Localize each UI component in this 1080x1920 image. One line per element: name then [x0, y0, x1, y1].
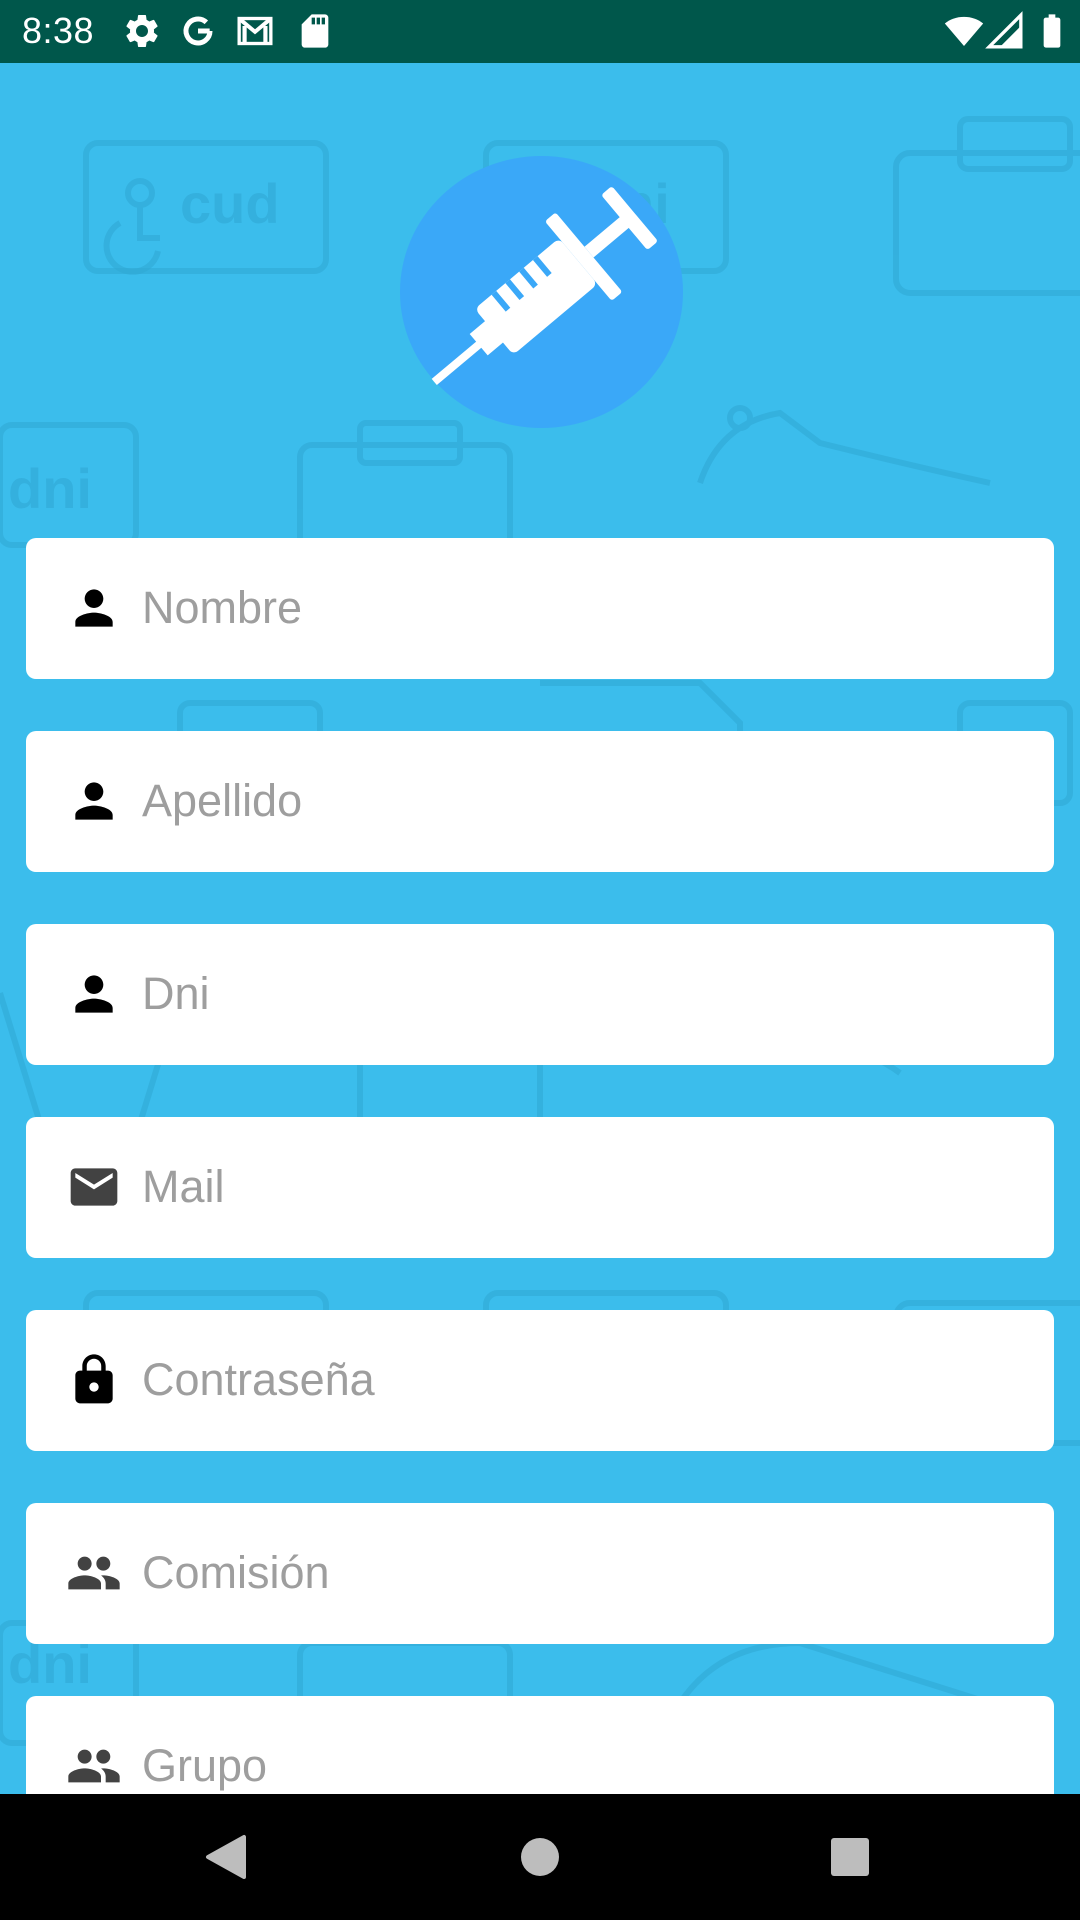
- person-icon: [66, 966, 122, 1022]
- comision-input[interactable]: [142, 1541, 1022, 1605]
- syringe-icon: [431, 187, 657, 386]
- mail-input[interactable]: [142, 1155, 1022, 1219]
- grupo-input[interactable]: [142, 1734, 1022, 1794]
- svg-text:dni: dni: [8, 457, 92, 520]
- nombre-field[interactable]: [26, 538, 1054, 679]
- dni-field[interactable]: [26, 924, 1054, 1065]
- apellido-input[interactable]: [142, 769, 1022, 833]
- signal-icon: [985, 11, 1025, 51]
- gear-icon: [122, 11, 162, 51]
- person-icon: [66, 773, 122, 829]
- navigation-bar: [0, 1794, 1080, 1920]
- lock-icon: [66, 1352, 122, 1408]
- dni-input[interactable]: [142, 962, 1022, 1026]
- group-icon: [66, 1738, 122, 1794]
- recents-icon[interactable]: [820, 1827, 880, 1887]
- back-icon[interactable]: [196, 1827, 256, 1887]
- google-g-icon: [178, 11, 218, 51]
- grupo-field[interactable]: [26, 1696, 1054, 1794]
- gmail-icon: [235, 11, 275, 51]
- logo-circle: [400, 156, 683, 428]
- nombre-input[interactable]: [142, 576, 1022, 640]
- sd-card-icon: [295, 11, 335, 51]
- battery-icon: [1032, 11, 1072, 51]
- person-icon: [66, 580, 122, 636]
- mail-icon: [66, 1159, 122, 1215]
- comision-field[interactable]: [26, 1503, 1054, 1644]
- home-icon[interactable]: [510, 1827, 570, 1887]
- status-time: 8:38: [22, 10, 95, 51]
- wifi-icon: [944, 11, 984, 51]
- mail-field[interactable]: [26, 1117, 1054, 1258]
- svg-text:cud: cud: [180, 172, 280, 235]
- password-input[interactable]: [142, 1348, 1022, 1412]
- group-icon: [66, 1545, 122, 1601]
- status-bar: 8:38: [0, 0, 1080, 63]
- password-field[interactable]: [26, 1310, 1054, 1451]
- apellido-field[interactable]: [26, 731, 1054, 872]
- registration-screen: cud ni dni dni: [0, 63, 1080, 1794]
